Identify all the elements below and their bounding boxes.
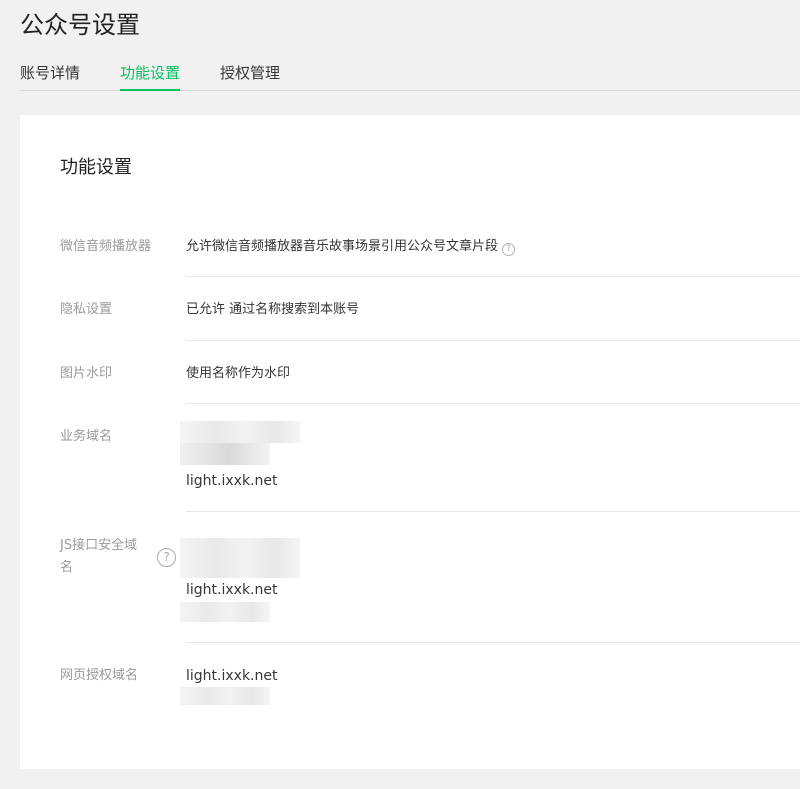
divider bbox=[186, 403, 800, 404]
redacted-domain bbox=[180, 443, 270, 465]
domain-value: light.ixxk.net bbox=[186, 668, 278, 684]
setting-row-auth-domain: 网页授权域名 light.ixxk.net bbox=[60, 665, 800, 715]
redacted-domain bbox=[180, 558, 300, 578]
setting-label: 业务域名 bbox=[60, 429, 113, 444]
setting-value: 已允许 通过名称搜索到本账号 bbox=[186, 302, 360, 317]
domain-value: light.ixxk.net bbox=[186, 582, 278, 598]
redacted-domain bbox=[180, 602, 270, 622]
redacted-domain bbox=[180, 421, 300, 443]
setting-value: 使用名称作为水印 bbox=[186, 366, 291, 381]
divider bbox=[186, 276, 800, 277]
help-icon[interactable]: ? bbox=[502, 243, 516, 256]
divider bbox=[186, 642, 800, 643]
setting-value: 允许微信音频播放器音乐故事场景引用公众号文章片段? bbox=[186, 236, 516, 258]
settings-card: 功能设置 微信音频播放器 允许微信音频播放器音乐故事场景引用公众号文章片段? 隐… bbox=[20, 115, 800, 769]
setting-label: 图片水印 bbox=[60, 366, 113, 381]
redacted-domain bbox=[180, 687, 270, 705]
card-title: 功能设置 bbox=[60, 157, 132, 178]
audio-player-text: 允许微信音频播放器音乐故事场景引用公众号文章片段 bbox=[186, 239, 499, 254]
setting-label: 网页授权域名 bbox=[60, 668, 139, 683]
setting-label: 微信音频播放器 bbox=[60, 239, 152, 254]
divider bbox=[186, 340, 800, 341]
setting-label: 隐私设置 bbox=[60, 302, 113, 317]
tab-authorization-management[interactable]: 授权管理 bbox=[220, 60, 280, 90]
setting-row-business-domain: 业务域名 light.ixxk.net bbox=[60, 421, 800, 516]
tab-feature-settings[interactable]: 功能设置 bbox=[120, 60, 181, 91]
page-title: 公众号设置 bbox=[20, 11, 140, 39]
divider bbox=[186, 511, 800, 512]
redacted-domain bbox=[180, 538, 300, 558]
tab-bar: 账号详情 功能设置 授权管理 bbox=[20, 60, 800, 91]
domain-value: light.ixxk.net bbox=[186, 473, 278, 489]
help-icon[interactable]: ? bbox=[157, 548, 176, 567]
setting-row-js-domain: JS接口安全域名 ? light.ixxk.net bbox=[60, 535, 800, 625]
setting-label: JS接口安全域名 bbox=[60, 538, 138, 575]
tab-account-details[interactable]: 账号详情 bbox=[20, 60, 80, 90]
